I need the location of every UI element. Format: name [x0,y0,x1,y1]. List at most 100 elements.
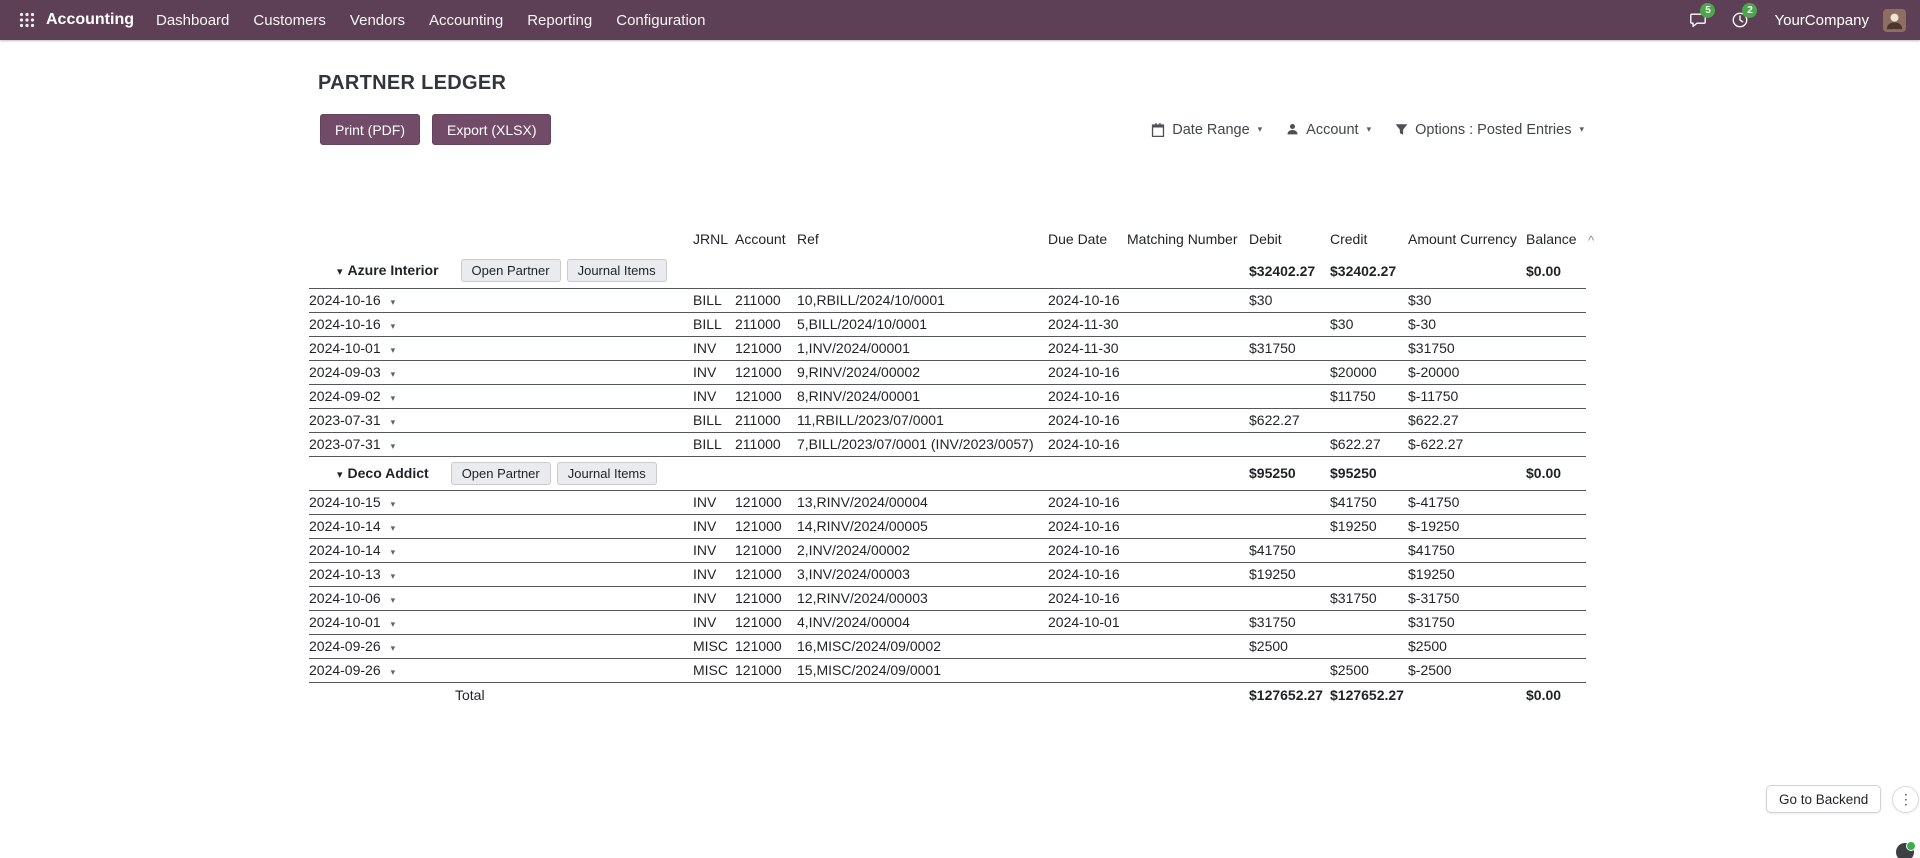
menu-item-vendors[interactable]: Vendors [338,0,417,40]
go-to-backend-button[interactable]: Go to Backend [1766,785,1881,813]
row-dropdown-caret-icon[interactable]: ▾ [391,619,396,629]
matching-number [1127,490,1249,514]
kebab-menu-button[interactable]: ⋮ [1892,786,1919,813]
journal-items-button[interactable]: Journal Items [567,259,667,282]
credit-value [1330,538,1408,562]
collapse-caret-icon[interactable]: ▾ [337,266,343,278]
journal-code: INV [693,384,735,408]
report-filters: Date Range▾ Account▾ Options : Posted Entr… [1151,114,1584,145]
account-code: 211000 [735,408,797,432]
row-dropdown-caret-icon[interactable]: ▾ [391,523,396,533]
options-filter[interactable]: Options : Posted Entries▾ [1395,122,1584,138]
due-date [1048,634,1127,658]
account-code: 121000 [735,336,797,360]
menu-item-accounting[interactable]: Accounting [417,0,515,40]
ledger-row: 2023-07-31▾BILL21100011,RBILL/2023/07/00… [309,408,1586,432]
main-menu: DashboardCustomersVendorsAccountingRepor… [144,0,717,40]
open-partner-button[interactable]: Open Partner [461,259,561,282]
row-dropdown-caret-icon[interactable]: ▾ [391,667,396,677]
debit-value: $30 [1249,288,1330,312]
entry-date: 2024-09-26 [309,638,381,654]
entry-date-cell: 2024-10-16▾ [309,288,693,312]
partner-name[interactable]: Azure Interior [348,262,439,278]
account-filter[interactable]: Account▾ [1286,122,1371,138]
amount-currency-value: $19250 [1408,562,1526,586]
column-header-balance[interactable]: Balance [1526,224,1586,254]
ledger-row: 2024-10-01▾INV1210001,INV/2024/000012024… [309,336,1586,360]
debit-value [1249,312,1330,336]
account-code: 211000 [735,432,797,456]
journal-code: INV [693,514,735,538]
row-dropdown-caret-icon[interactable]: ▾ [391,417,396,427]
print-pdf-button[interactable]: Print (PDF) [320,114,420,145]
row-dropdown-caret-icon[interactable]: ▾ [391,547,396,557]
row-dropdown-caret-icon[interactable]: ▾ [391,321,396,331]
debit-value [1249,658,1330,682]
journal-code: INV [693,336,735,360]
row-dropdown-caret-icon[interactable]: ▾ [391,571,396,581]
presence-corner-icon[interactable] [1896,843,1914,858]
user-avatar[interactable] [1883,9,1906,32]
debit-value: $31750 [1249,336,1330,360]
row-dropdown-caret-icon[interactable]: ▾ [391,595,396,605]
column-header-matching-number[interactable]: Matching Number [1127,224,1249,254]
entry-date-cell: 2024-09-03▾ [309,360,693,384]
date-range-filter[interactable]: Date Range▾ [1151,122,1262,138]
partner-name[interactable]: Deco Addict [348,465,429,481]
row-dropdown-caret-icon[interactable]: ▾ [391,345,396,355]
credit-value: $30 [1330,312,1408,336]
app-title[interactable]: Accounting [46,11,134,29]
partner-cell: ▾ Deco Addict Open Partner Journal Items [309,456,693,490]
row-dropdown-caret-icon[interactable]: ▾ [391,369,396,379]
messages-icon[interactable]: 5 [1680,0,1716,40]
messages-badge: 5 [1700,3,1715,18]
due-date: 2024-10-01 [1048,610,1127,634]
amount-currency-value: $-30 [1408,312,1526,336]
entry-date-cell: 2024-10-14▾ [309,514,693,538]
menu-item-reporting[interactable]: Reporting [515,0,604,40]
total-credit: $127652.27 [1330,682,1408,707]
sort-caret-icon[interactable]: ^ [1588,233,1594,248]
row-dropdown-caret-icon[interactable]: ▾ [391,643,396,653]
debit-value [1249,586,1330,610]
journal-items-button[interactable]: Journal Items [557,462,657,485]
entry-date-cell: 2023-07-31▾ [309,408,693,432]
entry-date-cell: 2024-10-06▾ [309,586,693,610]
menu-item-dashboard[interactable]: Dashboard [144,0,241,40]
credit-value [1330,288,1408,312]
row-dropdown-caret-icon[interactable]: ▾ [391,499,396,509]
row-dropdown-caret-icon[interactable]: ▾ [391,297,396,307]
amount-currency-value: $-31750 [1408,586,1526,610]
open-partner-button[interactable]: Open Partner [451,462,551,485]
column-header-debit[interactable]: Debit [1249,224,1330,254]
export-xlsx-button[interactable]: Export (XLSX) [432,114,551,145]
activities-clock-icon[interactable]: 2 [1722,0,1758,40]
account-code: 121000 [735,538,797,562]
journal-code: INV [693,610,735,634]
row-dropdown-caret-icon[interactable]: ▾ [391,393,396,403]
credit-value: $11750 [1330,384,1408,408]
collapse-caret-icon[interactable]: ▾ [337,469,343,481]
column-header-account[interactable]: Account [735,224,797,254]
partner-ledger-table: JRNLAccountRefDue DateMatching NumberDeb… [309,224,1586,707]
entry-ref: 14,RINV/2024/00005 [797,514,1048,538]
systray: 5 2 YourCompany [1680,0,1906,40]
credit-value [1330,610,1408,634]
row-dropdown-caret-icon[interactable]: ▾ [391,441,396,451]
due-date: 2024-10-16 [1048,562,1127,586]
credit-value [1330,336,1408,360]
menu-item-customers[interactable]: Customers [241,0,338,40]
debit-value: $41750 [1249,538,1330,562]
amount-currency-value: $622.27 [1408,408,1526,432]
account-code: 121000 [735,634,797,658]
column-header-due-date[interactable]: Due Date [1048,224,1127,254]
ledger-row: 2024-09-26▾MISC12100016,MISC/2024/09/000… [309,634,1586,658]
column-header-credit[interactable]: Credit [1330,224,1408,254]
column-header-ref[interactable]: Ref [797,224,1048,254]
column-header-jrnl[interactable]: JRNL [693,224,735,254]
apps-grid-icon[interactable] [10,0,44,40]
journal-code: BILL [693,312,735,336]
company-name[interactable]: YourCompany [1774,12,1869,29]
column-header-amount-currency[interactable]: Amount Currency [1408,224,1526,254]
menu-item-configuration[interactable]: Configuration [604,0,717,40]
